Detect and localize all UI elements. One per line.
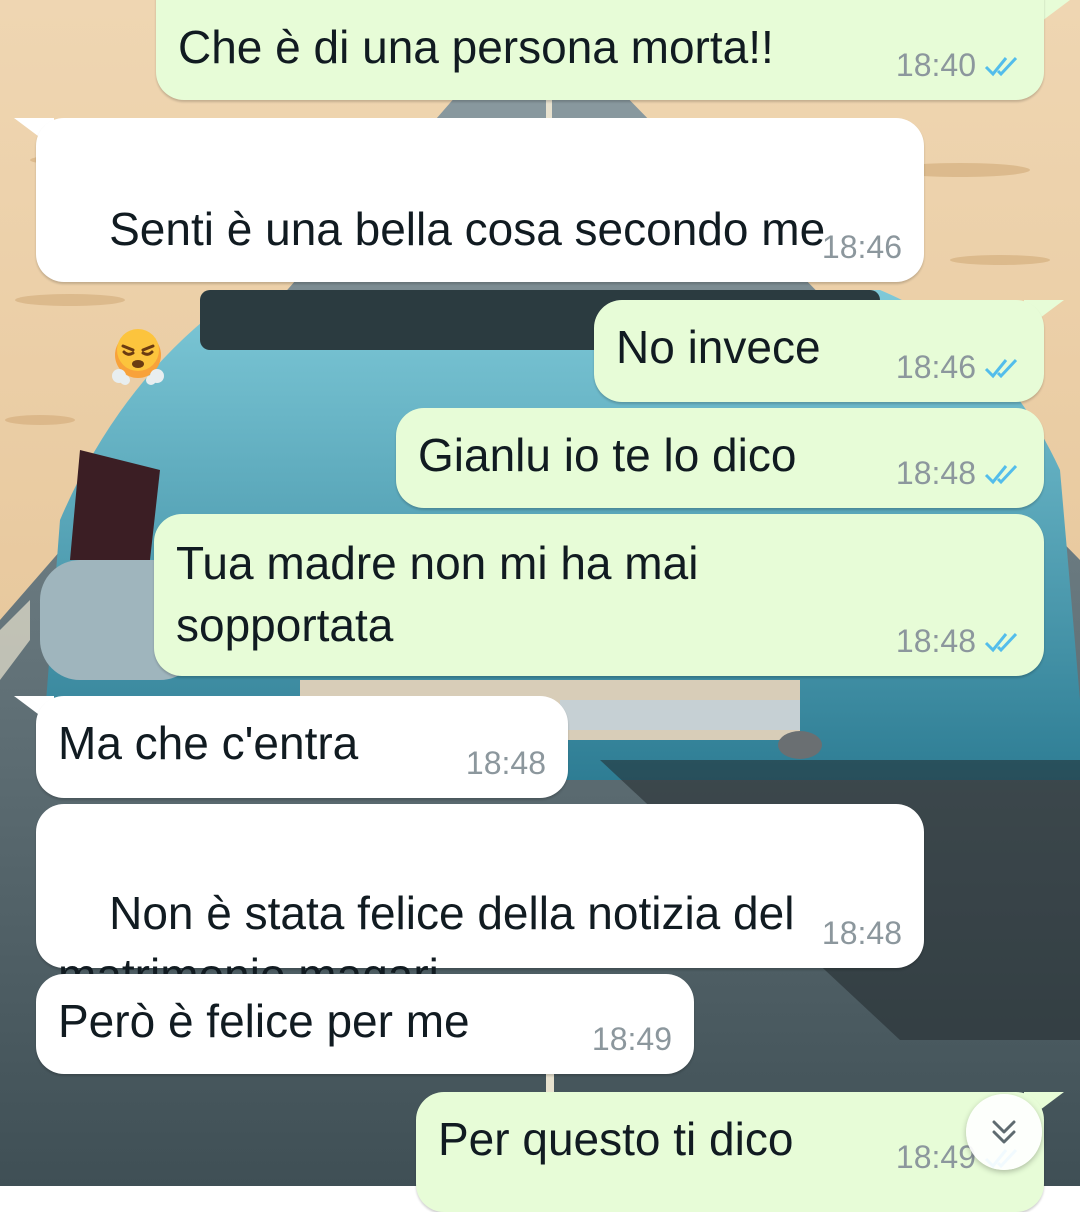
message-meta: 18:46 [896, 349, 1022, 386]
message-meta: 18:40 [896, 47, 1022, 84]
message-bubble[interactable]: No invece 18:46 [594, 300, 1044, 402]
message-meta: 18:48 [822, 915, 902, 952]
message-bubble[interactable]: Non è stata felice della notizia del mat… [36, 804, 924, 1067]
message-bubble[interactable]: Che è di una persona morta!! 18:40 [156, 0, 1044, 100]
message-time: 18:49 [895, 1139, 976, 1175]
message-bubble[interactable]: Tua madre non mi ha mai sopportata 18:48 [154, 514, 1044, 676]
face-with-steam-from-nose-emoji-icon [112, 328, 165, 385]
message-bubble[interactable]: Per questo ti dico 18:49 [416, 1092, 1044, 1212]
message-meta: 18:46 [822, 229, 902, 266]
message-meta: 18:48 [896, 455, 1022, 492]
double-check-read-icon [984, 56, 1018, 76]
message-meta: 18:49 [592, 1021, 672, 1058]
message-text: Però è felice per me [58, 995, 470, 1047]
double-chevron-down-icon [992, 1120, 1016, 1144]
double-check-read-icon [984, 632, 1018, 652]
message-bubble[interactable]: Gianlu io te lo dico 18:48 [396, 408, 1044, 508]
message-time: 18:46 [895, 349, 976, 385]
message-time: 18:48 [821, 915, 902, 951]
message-meta: 18:48 [896, 623, 1022, 660]
message-time: 18:48 [895, 623, 976, 659]
message-text-content: Senti è una bella cosa secondo me [109, 203, 826, 255]
message-bubble[interactable]: Ma che c'entra 18:48 [36, 696, 568, 798]
message-time: 18:46 [821, 229, 902, 265]
message-meta: 18:48 [466, 745, 546, 782]
double-check-read-icon [984, 358, 1018, 378]
message-bubble[interactable]: Senti è una bella cosa secondo me 18:46 [36, 118, 924, 385]
message-bubble[interactable]: Però è felice per me 18:49 [36, 974, 694, 1074]
message-time: 18:40 [895, 47, 976, 83]
message-time: 18:48 [465, 745, 546, 781]
scroll-to-bottom-button[interactable] [966, 1094, 1042, 1170]
double-check-read-icon [984, 464, 1018, 484]
message-time: 18:48 [895, 455, 976, 491]
message-time: 18:49 [591, 1021, 672, 1057]
